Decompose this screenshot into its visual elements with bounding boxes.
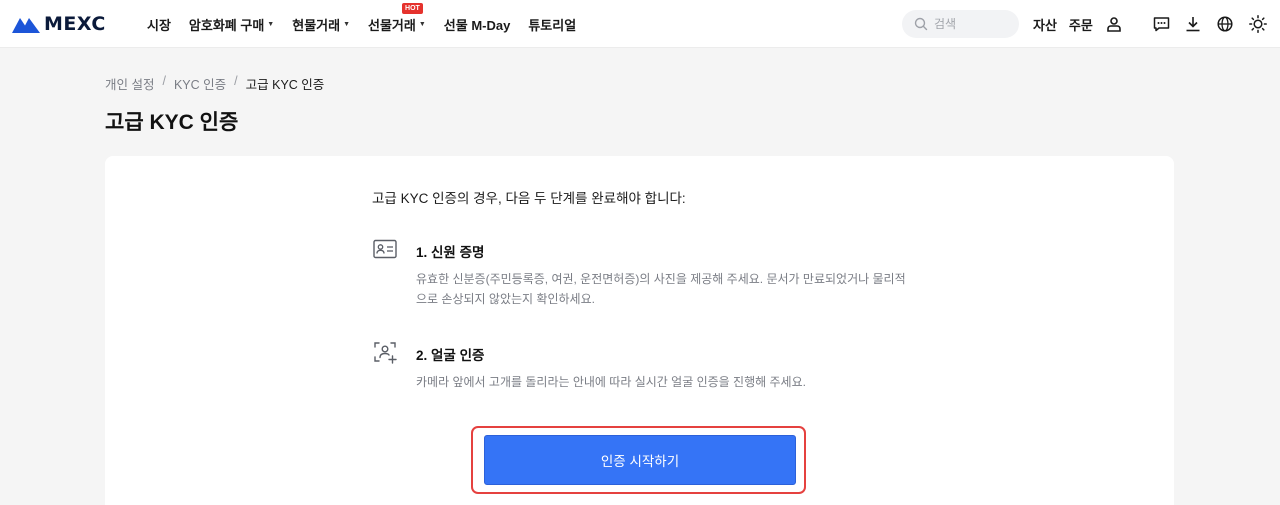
top-nav-bar: MEXC 시장 암호화폐 구매 ▼ 현물거래 ▼ HOT 선물거래 ▼ 선물 M… — [0, 0, 1280, 48]
step-1-description-line: 으로 손상되지 않았는지 확인하세요. — [416, 292, 595, 306]
download-icon[interactable] — [1183, 14, 1203, 34]
nav-item-tutorial[interactable]: 튜토리얼 — [528, 15, 576, 34]
step-1-title: 1. 신원 증명 — [416, 245, 485, 260]
search-box[interactable] — [902, 10, 1019, 38]
mexc-logo-icon — [12, 18, 40, 33]
hot-badge: HOT — [402, 2, 423, 14]
breadcrumb: 개인 설정 / KYC 인증 / 고급 KYC 인증 — [105, 74, 324, 93]
nav-item-market[interactable]: 시장 — [147, 15, 171, 34]
nav-item-spot[interactable]: 현물거래 ▼ — [292, 15, 350, 34]
step-1-description: 유효한 신분증(주민등록증, 여권, 운전면허증)의 사진을 제공해 주세요. … — [416, 269, 906, 309]
assets-link[interactable]: 자산 — [1033, 15, 1057, 34]
nav-item-label: 시장 — [147, 17, 171, 33]
globe-icon[interactable] — [1215, 14, 1235, 34]
id-card-icon — [373, 239, 397, 259]
chevron-down-icon: ▼ — [267, 20, 275, 28]
main-nav: 시장 암호화폐 구매 ▼ 현물거래 ▼ HOT 선물거래 ▼ 선물 M-Day … — [147, 0, 594, 48]
breadcrumb-current: 고급 KYC 인증 — [245, 78, 325, 92]
chevron-down-icon: ▼ — [418, 20, 426, 28]
start-verification-button[interactable]: 인증 시작하기 — [484, 435, 796, 485]
search-input[interactable] — [934, 17, 1014, 31]
step-1-description-line: 유효한 신분증(주민등록증, 여권, 운전면허증)의 사진을 제공해 주세요. … — [416, 272, 906, 286]
kyc-card: 고급 KYC 인증의 경우, 다음 두 단계를 완료해야 합니다: 1. 신원 … — [105, 156, 1174, 505]
step-2-description: 카메라 앞에서 고개를 돌리라는 안내에 따라 실시간 얼굴 인증을 진행해 주… — [416, 375, 806, 389]
nav-item-buy-crypto[interactable]: 암호화폐 구매 ▼ — [189, 15, 274, 34]
breadcrumb-kyc[interactable]: KYC 인증 — [174, 74, 226, 93]
face-scan-icon — [374, 342, 397, 364]
brand-name: MEXC — [44, 13, 106, 35]
sun-icon[interactable] — [1248, 14, 1268, 34]
nav-item-label: 암호화폐 구매 — [188, 17, 265, 33]
breadcrumb-separator: / — [162, 74, 166, 88]
nav-item-label: 튜토리얼 — [528, 17, 577, 33]
user-icon[interactable] — [1104, 14, 1124, 34]
search-icon — [914, 17, 928, 31]
message-icon[interactable] — [1151, 14, 1171, 34]
header-links: 자산 주문 — [1033, 0, 1105, 48]
chevron-down-icon: ▼ — [343, 20, 351, 28]
nav-item-label: 선물거래 — [368, 17, 416, 33]
breadcrumb-personal-settings[interactable]: 개인 설정 — [105, 74, 154, 93]
mexc-logo[interactable]: MEXC — [12, 13, 106, 35]
nav-item-futures[interactable]: HOT 선물거래 ▼ — [368, 2, 426, 34]
nav-item-label: 선물 M-Day — [443, 17, 511, 33]
nav-item-futures-mday[interactable]: 선물 M-Day — [444, 15, 511, 34]
step-2-title: 2. 얼굴 인증 — [416, 348, 485, 363]
kyc-intro-text: 고급 KYC 인증의 경우, 다음 두 단계를 완료해야 합니다: — [372, 191, 686, 206]
page-title: 고급 KYC 인증 — [105, 111, 239, 134]
nav-item-label: 현물거래 — [292, 17, 341, 33]
orders-link[interactable]: 주문 — [1069, 15, 1093, 34]
breadcrumb-separator: / — [234, 74, 238, 88]
